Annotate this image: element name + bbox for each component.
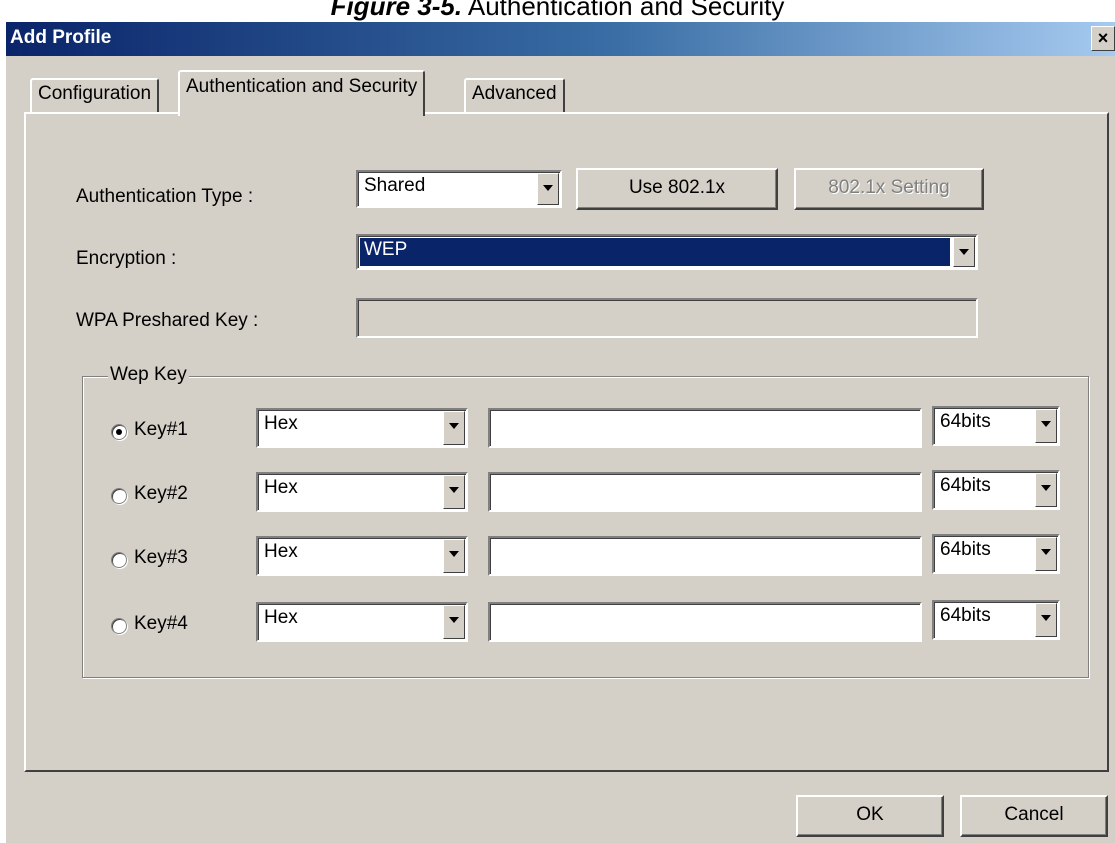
- key4-length-select[interactable]: 64bits: [932, 600, 1060, 640]
- authentication-type-select[interactable]: Shared: [356, 170, 562, 208]
- chevron-down-icon[interactable]: [1035, 473, 1057, 507]
- key3-label: Key#3: [134, 547, 188, 568]
- ok-button[interactable]: OK: [796, 795, 944, 837]
- use-8021x-button[interactable]: Use 802.1x: [576, 168, 778, 210]
- key3-format-select[interactable]: Hex: [256, 536, 468, 576]
- key2-label: Key#2: [134, 483, 188, 504]
- tab-advanced[interactable]: Advanced: [464, 78, 565, 112]
- encryption-select[interactable]: WEP: [356, 234, 978, 270]
- radio-selected-dot: [116, 429, 122, 435]
- cancel-button[interactable]: Cancel: [960, 795, 1108, 837]
- key3-format-value: Hex: [264, 541, 298, 562]
- chevron-down-icon[interactable]: [953, 237, 975, 267]
- key1-value-input[interactable]: [488, 408, 922, 448]
- key4-radio[interactable]: [111, 618, 127, 634]
- chevron-down-icon[interactable]: [443, 475, 465, 509]
- chevron-down-icon[interactable]: [443, 539, 465, 573]
- key4-length-value: 64bits: [940, 605, 991, 626]
- authentication-type-label: Authentication Type :: [76, 186, 254, 207]
- wpa-preshared-key-input[interactable]: [356, 298, 978, 338]
- figure-caption: Figure 3-5. Authentication and Security: [0, 0, 1115, 22]
- encryption-value: WEP: [364, 239, 408, 260]
- tab-page-authentication: Authentication Type : Shared Use 802.1x …: [24, 112, 1109, 772]
- key1-length-value: 64bits: [940, 411, 991, 432]
- key1-length-select[interactable]: 64bits: [932, 406, 1060, 446]
- key3-value-input[interactable]: [488, 536, 922, 576]
- wpa-preshared-key-label: WPA Preshared Key :: [76, 310, 259, 331]
- key1-format-value: Hex: [264, 413, 298, 434]
- chevron-down-icon[interactable]: [1035, 603, 1057, 637]
- key1-format-select[interactable]: Hex: [256, 408, 468, 448]
- window-title: Add Profile: [10, 27, 112, 48]
- key4-format-value: Hex: [264, 607, 298, 628]
- key4-format-select[interactable]: Hex: [256, 602, 468, 642]
- wep-key-group-label: Wep Key: [108, 364, 189, 386]
- key2-value-input[interactable]: [488, 472, 922, 512]
- figure-number: Figure 3-5.: [330, 0, 463, 21]
- chevron-down-icon[interactable]: [537, 173, 559, 205]
- key2-format-select[interactable]: Hex: [256, 472, 468, 512]
- add-profile-dialog: Add Profile × Configuration Authenticati…: [6, 22, 1115, 843]
- key4-label: Key#4: [134, 613, 188, 634]
- figure-title: Authentication and Security: [467, 0, 785, 21]
- title-bar[interactable]: Add Profile ×: [6, 22, 1115, 56]
- key1-label: Key#1: [134, 419, 188, 440]
- close-icon[interactable]: ×: [1091, 26, 1115, 51]
- key4-value-input[interactable]: [488, 602, 922, 642]
- tab-authentication-and-security[interactable]: Authentication and Security: [178, 70, 426, 116]
- key1-radio[interactable]: [111, 424, 127, 440]
- key3-length-select[interactable]: 64bits: [932, 534, 1060, 574]
- key3-length-value: 64bits: [940, 539, 991, 560]
- chevron-down-icon[interactable]: [443, 605, 465, 639]
- key2-format-value: Hex: [264, 477, 298, 498]
- chevron-down-icon[interactable]: [1035, 409, 1057, 443]
- encryption-label: Encryption :: [76, 248, 177, 269]
- chevron-down-icon[interactable]: [443, 411, 465, 445]
- chevron-down-icon[interactable]: [1035, 537, 1057, 571]
- key3-radio[interactable]: [111, 552, 127, 568]
- authentication-type-value: Shared: [364, 175, 426, 196]
- tab-configuration[interactable]: Configuration: [30, 78, 160, 112]
- key2-length-select[interactable]: 64bits: [932, 470, 1060, 510]
- key2-radio[interactable]: [111, 488, 127, 504]
- 8021x-setting-button[interactable]: 802.1x Setting: [794, 168, 984, 210]
- key2-length-value: 64bits: [940, 475, 991, 496]
